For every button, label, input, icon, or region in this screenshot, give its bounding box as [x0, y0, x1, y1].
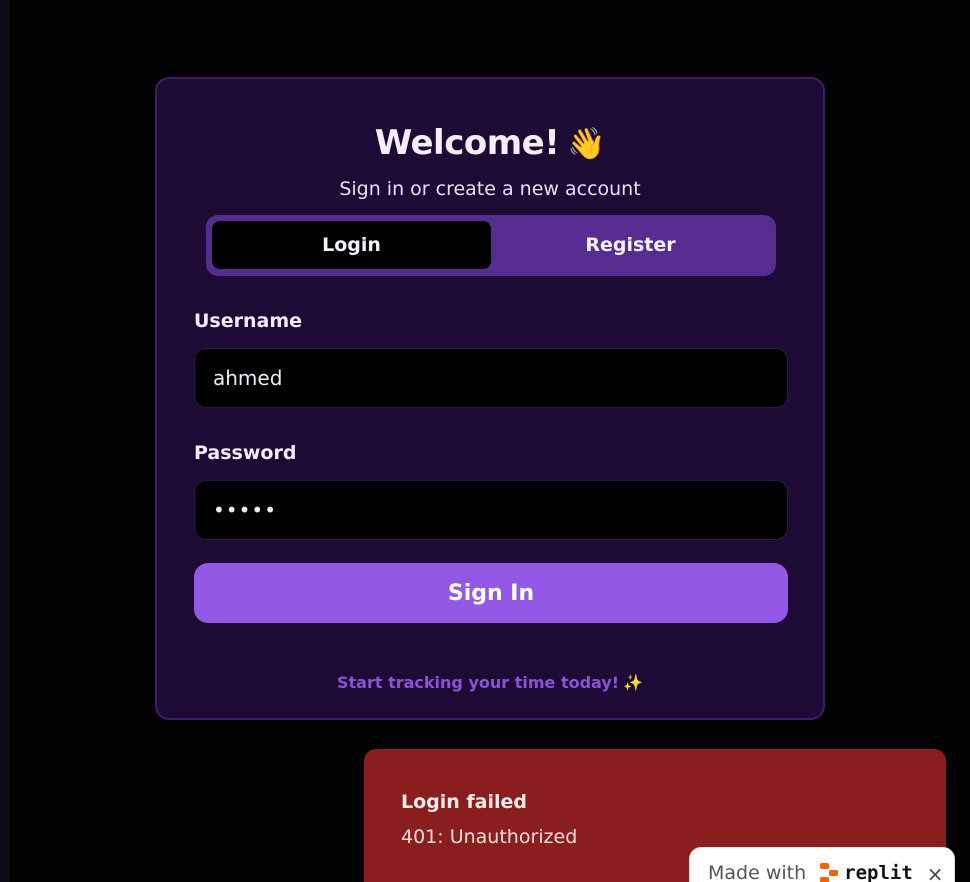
- username-input[interactable]: [194, 348, 788, 408]
- auth-tabs: Login Register: [206, 215, 776, 276]
- badge-brand: replit: [844, 862, 913, 882]
- auth-card: Welcome! 👋 Sign in or create a new accoun…: [155, 77, 825, 720]
- badge-prefix: Made with: [708, 862, 807, 882]
- footer-tagline: Start tracking your time today! ✨: [157, 673, 823, 692]
- tab-login[interactable]: Login: [212, 221, 491, 269]
- password-label: Password: [194, 442, 297, 464]
- toast-title: Login failed: [401, 791, 528, 813]
- username-label: Username: [194, 310, 303, 332]
- subtitle: Sign in or create a new account: [339, 178, 641, 200]
- replit-logo-icon: [820, 863, 840, 882]
- page-title: Welcome! 👋: [157, 123, 823, 163]
- footer-text: Start tracking your time today!: [337, 673, 620, 692]
- sparkles-icon: ✨: [623, 673, 643, 692]
- window-edge: [0, 0, 10, 882]
- page: Welcome! 👋 Sign in or create a new accoun…: [0, 0, 970, 882]
- made-with-replit-badge[interactable]: Made with replit ×: [689, 847, 955, 882]
- waving-hand-icon: 👋: [567, 126, 606, 162]
- toast-message: 401: Unauthorized: [401, 826, 578, 848]
- title-text: Welcome!: [374, 123, 560, 163]
- tab-register[interactable]: Register: [491, 221, 770, 269]
- close-icon[interactable]: ×: [927, 862, 944, 882]
- password-input[interactable]: [194, 480, 788, 540]
- sign-in-button[interactable]: Sign In: [194, 563, 788, 623]
